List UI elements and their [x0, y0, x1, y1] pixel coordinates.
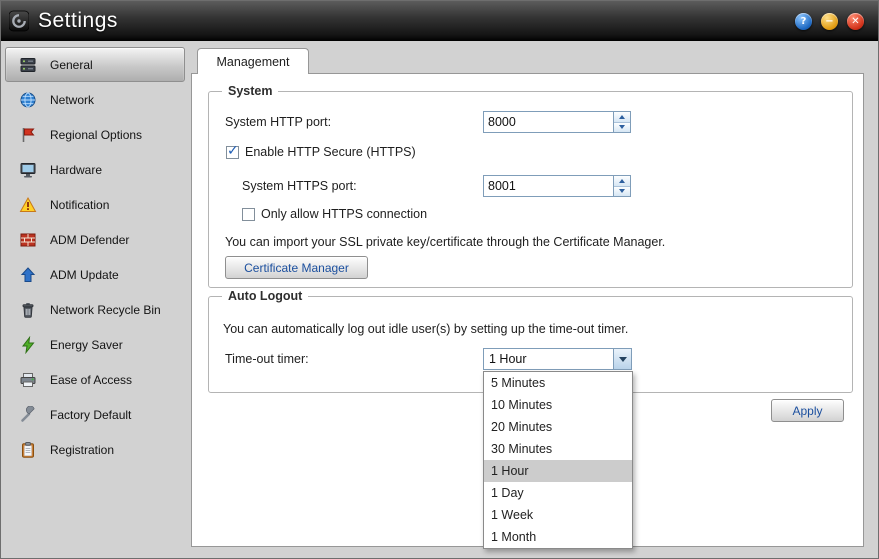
- dropdown-option-selected[interactable]: 1 Hour: [484, 460, 632, 482]
- server-icon: [18, 55, 38, 75]
- auto-logout-description: You can automatically log out idle user(…: [223, 322, 628, 336]
- help-button[interactable]: ?: [795, 13, 812, 30]
- only-https-label: Only allow HTTPS connection: [261, 207, 427, 221]
- sidebar-item-network-recycle-bin[interactable]: Network Recycle Bin: [5, 292, 185, 327]
- clipboard-icon: [18, 440, 38, 460]
- spin-up-button[interactable]: [614, 112, 630, 122]
- http-port-spinner: [614, 111, 631, 133]
- sidebar-item-regional-options[interactable]: Regional Options: [5, 117, 185, 152]
- sidebar-item-label: Network: [50, 93, 94, 107]
- spin-up-icon: [619, 179, 625, 183]
- http-port-input[interactable]: [483, 111, 614, 133]
- sidebar-item-label: Energy Saver: [50, 338, 123, 352]
- certificate-manager-button[interactable]: Certificate Manager: [225, 256, 368, 279]
- system-section: System System HTTP port: Enable HTTP Sec…: [208, 91, 853, 288]
- timeout-timer-options-list: 5 Minutes 10 Minutes 20 Minutes 30 Minut…: [483, 371, 633, 549]
- spin-down-button[interactable]: [614, 122, 630, 133]
- timeout-timer-value: 1 Hour: [484, 349, 613, 369]
- spin-up-button[interactable]: [614, 176, 630, 186]
- sidebar-item-label: ADM Update: [50, 268, 119, 282]
- spin-up-icon: [619, 115, 625, 119]
- settings-window: Settings ? − ✕ General Network Regional …: [0, 0, 879, 559]
- dropdown-option[interactable]: 10 Minutes: [484, 394, 632, 416]
- sidebar-item-label: General: [50, 58, 93, 72]
- close-button[interactable]: ✕: [847, 13, 864, 30]
- sidebar-item-ease-of-access[interactable]: Ease of Access: [5, 362, 185, 397]
- sidebar-item-factory-default[interactable]: Factory Default: [5, 397, 185, 432]
- https-port-field-group: [483, 175, 631, 197]
- sidebar-item-general[interactable]: General: [5, 47, 185, 82]
- https-port-input[interactable]: [483, 175, 614, 197]
- sidebar-item-network[interactable]: Network: [5, 82, 185, 117]
- window-controls: ? − ✕: [795, 13, 864, 30]
- trash-icon: [18, 300, 38, 320]
- dropdown-button[interactable]: [613, 349, 631, 369]
- apply-button[interactable]: Apply: [771, 399, 844, 422]
- only-https-checkbox-row[interactable]: Only allow HTTPS connection: [242, 207, 427, 221]
- sidebar-item-hardware[interactable]: Hardware: [5, 152, 185, 187]
- minimize-button[interactable]: −: [821, 13, 838, 30]
- timeout-timer-label: Time-out timer:: [225, 348, 309, 370]
- https-port-label: System HTTPS port:: [242, 175, 357, 197]
- dropdown-option[interactable]: 1 Day: [484, 482, 632, 504]
- tab-management[interactable]: Management: [197, 48, 309, 74]
- sidebar-item-adm-update[interactable]: ADM Update: [5, 257, 185, 292]
- chevron-down-icon: [619, 357, 627, 362]
- dropdown-option[interactable]: 1 Week: [484, 504, 632, 526]
- https-port-spinner: [614, 175, 631, 197]
- sidebar-item-label: Regional Options: [50, 128, 142, 142]
- spin-down-icon: [619, 125, 625, 129]
- firewall-icon: [18, 230, 38, 250]
- title-bar: Settings ? − ✕: [1, 1, 878, 41]
- enable-https-checkbox[interactable]: [226, 146, 239, 159]
- energy-leaf-icon: [18, 335, 38, 355]
- sidebar-item-registration[interactable]: Registration: [5, 432, 185, 467]
- sidebar-item-label: Factory Default: [50, 408, 131, 422]
- dropdown-option[interactable]: 1 Month: [484, 526, 632, 548]
- auto-logout-section-title: Auto Logout: [222, 289, 308, 303]
- sidebar-item-label: Registration: [50, 443, 114, 457]
- sidebar-item-adm-defender[interactable]: ADM Defender: [5, 222, 185, 257]
- sidebar-item-label: Hardware: [50, 163, 102, 177]
- only-https-checkbox[interactable]: [242, 208, 255, 221]
- tab-label: Management: [217, 55, 290, 69]
- http-port-label: System HTTP port:: [225, 111, 331, 133]
- enable-https-label: Enable HTTP Secure (HTTPS): [245, 145, 416, 159]
- spin-down-button[interactable]: [614, 186, 630, 197]
- sidebar-item-label: Notification: [50, 198, 109, 212]
- enable-https-checkbox-row[interactable]: Enable HTTP Secure (HTTPS): [226, 145, 416, 159]
- system-section-title: System: [222, 84, 278, 98]
- flag-icon: [18, 125, 38, 145]
- timeout-timer-dropdown[interactable]: 1 Hour: [483, 348, 632, 370]
- app-logo-icon: [9, 11, 29, 31]
- sidebar-item-notification[interactable]: Notification: [5, 187, 185, 222]
- dropdown-option[interactable]: 30 Minutes: [484, 438, 632, 460]
- apply-button-label: Apply: [792, 404, 822, 418]
- sidebar-item-energy-saver[interactable]: Energy Saver: [5, 327, 185, 362]
- http-port-field-group: [483, 111, 631, 133]
- ssl-note: You can import your SSL private key/cert…: [225, 235, 665, 249]
- arrow-up-icon: [18, 265, 38, 285]
- dropdown-option[interactable]: 5 Minutes: [484, 372, 632, 394]
- monitor-icon: [18, 160, 38, 180]
- globe-icon: [18, 90, 38, 110]
- printer-icon: [18, 370, 38, 390]
- sidebar-item-label: Network Recycle Bin: [50, 303, 161, 317]
- sidebar-item-label: ADM Defender: [50, 233, 129, 247]
- management-panel: System System HTTP port: Enable HTTP Sec…: [191, 73, 864, 547]
- window-title: Settings: [38, 9, 118, 33]
- wrench-icon: [18, 405, 38, 425]
- spin-down-icon: [619, 189, 625, 193]
- dropdown-option[interactable]: 20 Minutes: [484, 416, 632, 438]
- warning-icon: [18, 195, 38, 215]
- certificate-manager-button-label: Certificate Manager: [244, 261, 349, 275]
- sidebar-item-label: Ease of Access: [50, 373, 132, 387]
- settings-sidebar: General Network Regional Options Hardwar…: [5, 47, 185, 552]
- auto-logout-section: Auto Logout You can automatically log ou…: [208, 296, 853, 393]
